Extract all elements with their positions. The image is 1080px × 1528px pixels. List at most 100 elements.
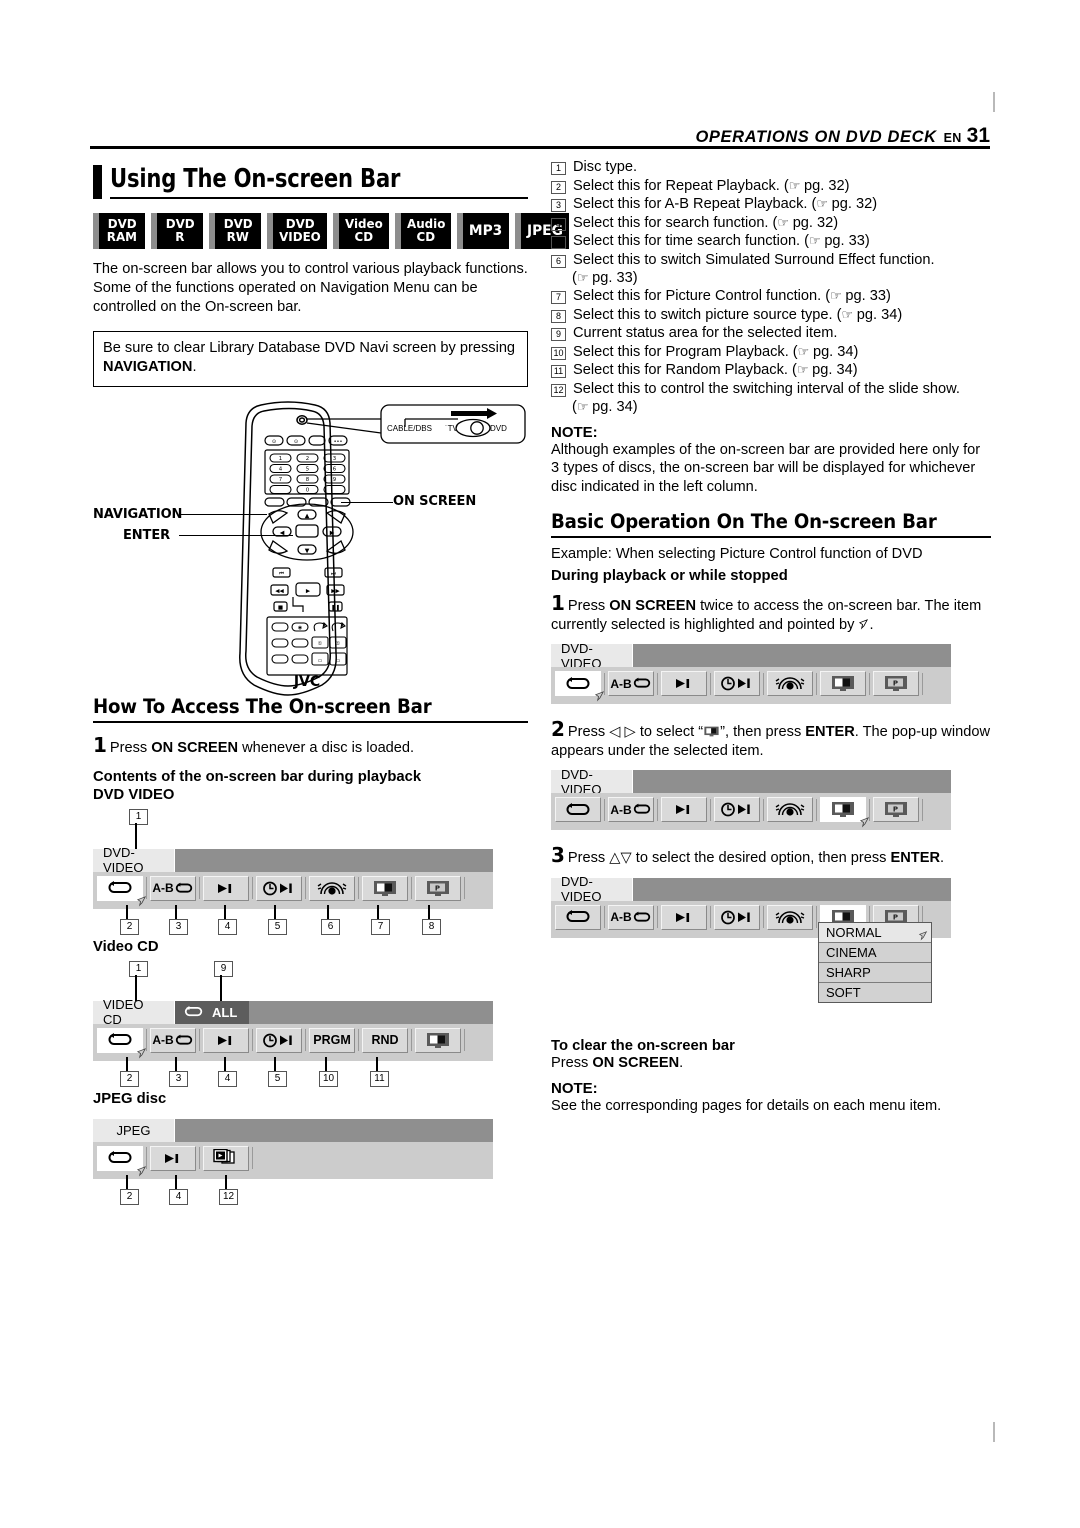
osb-ab-repeat-button[interactable]: A-B (150, 875, 196, 901)
step-text-mid2: ”, then press (720, 724, 806, 741)
legend-item-8: 8 Select this to switch picture source ty… (551, 306, 991, 324)
osb-ab-repeat-button[interactable]: A-B (150, 1027, 196, 1053)
osb-source-type-button[interactable]: P (415, 875, 461, 901)
osb-ab-repeat-button[interactable]: A-B (608, 904, 654, 930)
page-reference: pg. 33) (824, 233, 870, 250)
popup-option-normal[interactable]: NORMAL (819, 922, 931, 943)
legend-number-badge: 3 (551, 199, 566, 213)
osb-status-chip: ALL (175, 1000, 250, 1024)
step-bold-on-screen: ON SCREEN (609, 597, 697, 614)
osb-picture-control-button[interactable] (362, 875, 408, 901)
mouse-cursor-icon (136, 1047, 147, 1059)
picture-control-popup-menu[interactable]: NORMAL CINEMA SHARP SOFT (818, 921, 932, 1003)
clear-post: . (679, 1054, 684, 1071)
osb-program-button[interactable]: PRGM (309, 1027, 355, 1053)
crop-tick-bottom-right (993, 1422, 995, 1442)
osb-picture-control-button[interactable] (415, 1027, 461, 1053)
osb-status-area: ALL (175, 1000, 493, 1024)
legend-item-text: Select this for Picture Control function… (573, 288, 891, 305)
page-title: Using The On-screen Bar (110, 164, 401, 194)
osb-button-row: A-B P (93, 871, 493, 909)
osb-status-area (175, 1118, 493, 1142)
badge-line-2: CD (416, 229, 436, 245)
jpeg-disc-label: JPEG disc (93, 1090, 167, 1107)
osb-search-button[interactable] (203, 1027, 249, 1053)
svg-text:⊙: ⊙ (294, 439, 298, 445)
osb-button-row: A-B P (551, 793, 951, 831)
page-reference: pg. 33) (592, 270, 638, 287)
osb-surround-button[interactable] (767, 797, 813, 823)
video-cd-bar-figure: 1 9 VIDEO CD ALL A-B PRGM RND 2 3 4 5 10… (93, 960, 528, 1089)
page-reference: pg. 33) (845, 288, 891, 305)
callout-8: 8 (422, 918, 441, 935)
osb-picture-control-button[interactable] (820, 797, 870, 828)
legend-item-text: Select this for Random Playback. (☞ pg. … (573, 362, 858, 379)
osb-search-button[interactable] (661, 671, 707, 697)
page-reference: pg. 34) (592, 399, 638, 416)
osb-repeat-button[interactable] (555, 797, 601, 823)
osb-source-type-button[interactable]: P (873, 797, 919, 823)
osb-surround-button[interactable] (767, 904, 813, 930)
svg-text:▶▶: ▶▶ (331, 588, 340, 594)
callout-7: 7 (371, 918, 390, 935)
pointing-hand-icon: ☞ (809, 233, 825, 249)
osb-repeat-button[interactable] (97, 1145, 147, 1177)
picture-control-icon (704, 726, 719, 737)
osb-top-row: DVD-VIDEO (551, 874, 951, 904)
callout-line-6 (327, 904, 329, 919)
popup-option-soft[interactable]: SOFT (819, 982, 931, 1002)
osb-surround-button[interactable] (309, 875, 355, 901)
crop-tick-top-right (993, 92, 995, 112)
osb-random-button[interactable]: RND (362, 1027, 408, 1053)
osb-search-button[interactable] (203, 875, 249, 901)
step-text-mid: to select “ (635, 724, 704, 741)
osb-repeat-button[interactable] (97, 1027, 147, 1059)
popup-option-sharp[interactable]: SHARP (819, 962, 931, 983)
basic-operation-section: Basic Operation On The On-screen Bar (551, 510, 991, 538)
on-screen-bar-legend-list: 1 Disc type. 2 Select this for Repeat Playb… (551, 158, 991, 416)
callout-line-12 (225, 1174, 227, 1189)
running-header-en: EN (943, 131, 962, 145)
popup-option-cinema[interactable]: CINEMA (819, 942, 931, 963)
osb-time-search-button[interactable] (256, 875, 302, 901)
surround-icon (775, 803, 805, 817)
callout-3: 3 (169, 1070, 188, 1087)
badge-line-2: RW (226, 229, 250, 245)
svg-text:▶: ▶ (330, 529, 335, 536)
page-reference: pg. 32) (792, 214, 839, 231)
legend-item-text: Select this for search function. (☞ pg. … (573, 214, 839, 231)
repeat-icon (184, 1006, 203, 1017)
osb-ab-repeat-button[interactable]: A-B (608, 797, 654, 823)
osb-time-search-button[interactable] (714, 671, 760, 697)
basic-step-1: 1 Press ON SCREEN twice to access the on-… (551, 590, 991, 635)
osb-search-button[interactable] (150, 1145, 196, 1171)
legend-item-text: Select this for time search function. (☞… (573, 233, 870, 250)
osb-source-type-button[interactable]: P (873, 671, 919, 697)
note-label-1: NOTE: (551, 424, 598, 442)
osb-picture-control-button[interactable] (820, 671, 866, 697)
legend-item-text: Current status area for the selected ite… (573, 325, 838, 342)
picture-control-icon (832, 676, 854, 692)
osb-search-button[interactable] (661, 797, 707, 823)
osb-repeat-button[interactable] (555, 904, 601, 930)
mouse-cursor-icon (918, 930, 928, 941)
osb-status-area (633, 770, 951, 794)
osb-search-button[interactable] (661, 904, 707, 930)
repeat-icon (566, 910, 590, 923)
osb-time-search-button[interactable] (714, 797, 760, 823)
osb-separator (657, 906, 658, 929)
source-type-icon: P (885, 676, 907, 692)
osb-slideshow-button[interactable] (203, 1145, 249, 1171)
osb-time-search-button[interactable] (714, 904, 760, 930)
osb-surround-button[interactable] (767, 671, 813, 697)
osb-ab-repeat-button[interactable]: A-B (608, 671, 654, 697)
legend-number-badge: 8 (551, 309, 566, 323)
osb-repeat-button[interactable] (97, 875, 147, 907)
osb-time-search-button[interactable] (256, 1027, 302, 1053)
repeat-icon (108, 1033, 132, 1046)
osb-repeat-button[interactable] (555, 671, 605, 702)
step-text-post: whenever a disc is loaded. (238, 739, 415, 756)
badge-line-2: CD (354, 229, 374, 245)
remote-key (323, 484, 346, 494)
svg-text:P: P (435, 884, 440, 892)
